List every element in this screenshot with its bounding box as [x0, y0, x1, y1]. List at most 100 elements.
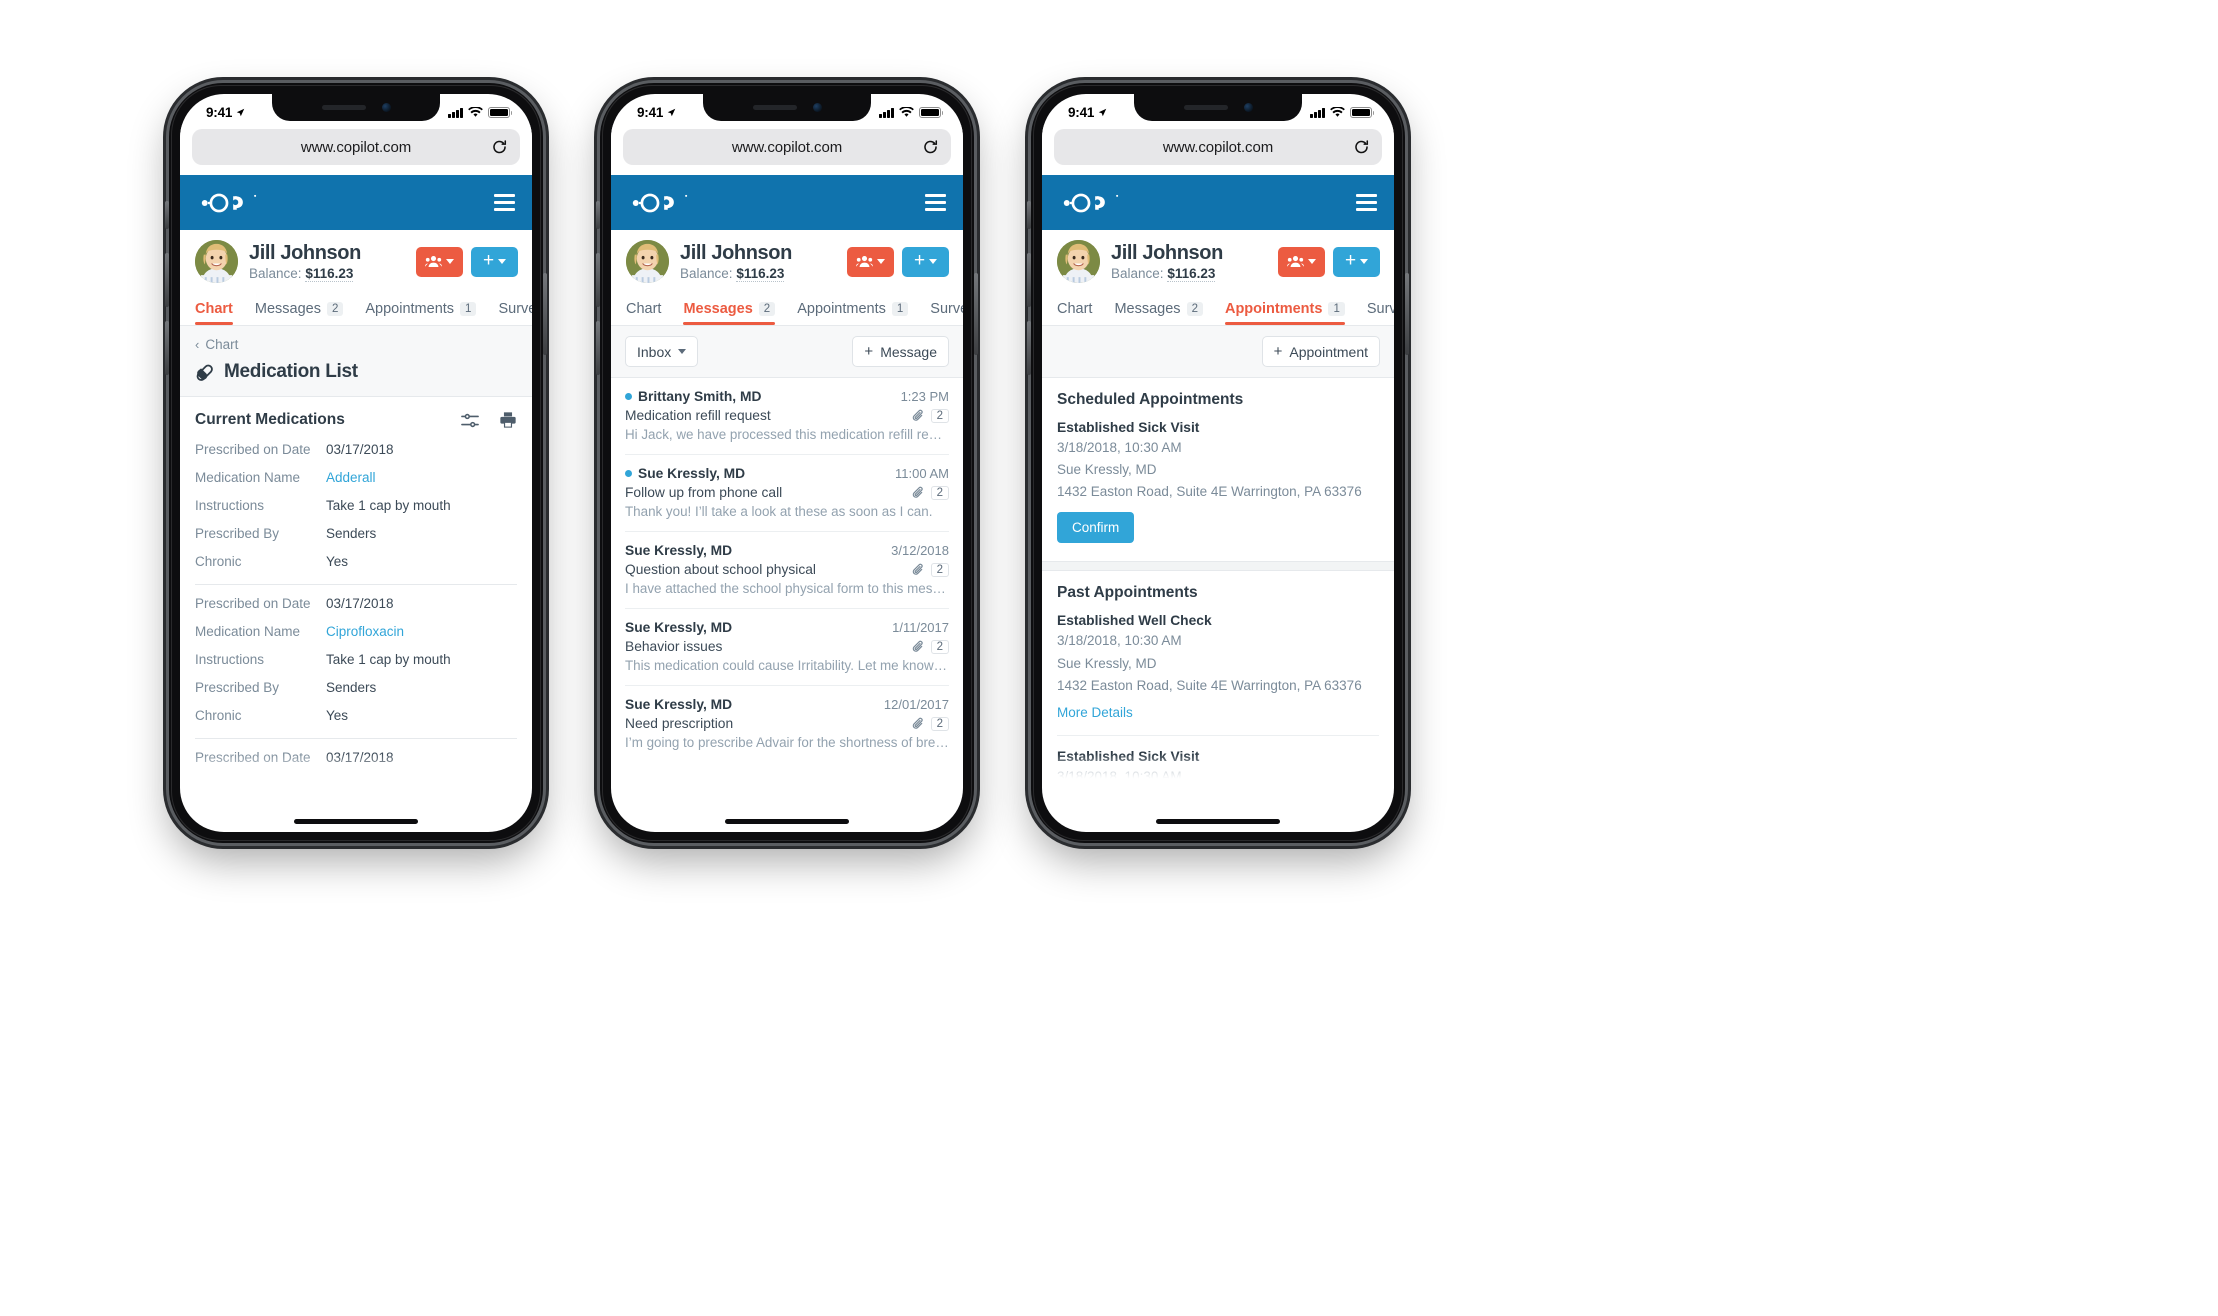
confirm-button[interactable]: Confirm	[1057, 512, 1135, 544]
message-subject: Need prescription	[625, 716, 734, 731]
power-button[interactable]	[1405, 273, 1409, 355]
op-logo[interactable]	[628, 189, 690, 217]
message-attachments: 2	[912, 485, 949, 500]
tab-appointments[interactable]: Appointments 1	[1224, 301, 1345, 325]
volume-down-button[interactable]	[165, 321, 169, 375]
volume-up-button[interactable]	[165, 253, 169, 307]
more-details-link[interactable]: More Details	[1057, 705, 1133, 720]
tab-appointments[interactable]: Appointments 1	[797, 301, 909, 325]
row-label: Chronic	[195, 707, 242, 723]
home-indicator[interactable]	[725, 819, 849, 824]
section-title: Current Medications	[195, 411, 345, 428]
medication-name-link[interactable]: Adderall	[326, 470, 376, 485]
row-label: Prescribed By	[195, 679, 280, 695]
message-time: 1:23 PM	[900, 389, 949, 404]
message-preview: Thank you! I’ll take a look at these as …	[625, 504, 933, 519]
address-bar[interactable]: www.copilot.com	[192, 129, 520, 165]
silent-switch[interactable]	[596, 201, 600, 229]
list-item[interactable]: Sue Kressly, MD 3/12/2018 Question about…	[625, 532, 949, 609]
silent-switch[interactable]	[165, 201, 169, 229]
tab-surveys[interactable]: Surveys	[1367, 301, 1394, 325]
home-indicator[interactable]	[294, 819, 418, 824]
volume-up-button[interactable]	[596, 253, 600, 307]
sliders-filter-icon[interactable]	[461, 412, 479, 429]
list-item[interactable]: Brittany Smith, MD 1:23 PM Medication re…	[625, 378, 949, 455]
volume-up-button[interactable]	[1027, 253, 1031, 307]
add-button[interactable]: +	[471, 246, 518, 277]
hamburger-menu-icon[interactable]	[1356, 194, 1377, 211]
message-attachments: 2	[912, 639, 949, 654]
printer-icon[interactable]	[499, 411, 517, 429]
home-indicator[interactable]	[1156, 819, 1280, 824]
message-row-mid: Question about school physical 2	[625, 562, 949, 577]
volume-down-button[interactable]	[596, 321, 600, 375]
family-group-icon	[425, 255, 442, 268]
avatar[interactable]	[1057, 240, 1100, 283]
list-item[interactable]: Established Well Check 3/18/2018, 10:30 …	[1057, 613, 1379, 721]
tab-surveys[interactable]: Surveys	[498, 301, 532, 325]
family-switch-button[interactable]	[1278, 246, 1325, 277]
op-logo[interactable]	[197, 189, 259, 217]
tab-messages[interactable]: Messages 2	[1114, 301, 1203, 325]
hamburger-menu-icon[interactable]	[494, 194, 515, 211]
avatar[interactable]	[626, 240, 669, 283]
appointments-toolbar: + Appointment	[1042, 326, 1394, 378]
medication-item[interactable]: Prescribed on Date 03/17/2018	[195, 743, 517, 771]
tab-messages[interactable]: Messages 2	[683, 301, 776, 325]
status-time: 9:41	[637, 105, 664, 120]
avatar[interactable]	[195, 240, 238, 283]
power-button[interactable]	[974, 273, 978, 355]
breadcrumb[interactable]: ‹ Chart	[195, 337, 517, 352]
family-switch-button[interactable]	[416, 246, 463, 277]
list-item[interactable]: Sue Kressly, MD 1/11/2017 Behavior issue…	[625, 609, 949, 686]
list-item[interactable]: Sue Kressly, MD 12/01/2017 Need prescrip…	[625, 686, 949, 762]
plus-icon: +	[913, 250, 926, 271]
hamburger-menu-icon[interactable]	[925, 194, 946, 211]
row-value: Senders	[326, 525, 377, 541]
medication-item[interactable]: Prescribed on Date 03/17/2018 Medication …	[195, 589, 517, 729]
reload-icon[interactable]	[491, 139, 508, 156]
family-group-icon	[856, 255, 873, 268]
family-switch-button[interactable]	[847, 246, 894, 277]
add-button[interactable]: +	[1333, 246, 1380, 277]
volume-down-button[interactable]	[1027, 321, 1031, 375]
tab-chart[interactable]: Chart	[626, 301, 661, 325]
folder-select[interactable]: Inbox	[625, 336, 699, 367]
message-row-top: Brittany Smith, MD 1:23 PM	[625, 389, 949, 404]
silent-switch[interactable]	[1027, 201, 1031, 229]
status-time: 9:41	[206, 105, 233, 120]
new-message-button[interactable]: + Message	[852, 336, 949, 367]
reload-icon[interactable]	[922, 139, 939, 156]
message-row-top: Sue Kressly, MD 3/12/2018	[625, 543, 949, 558]
unread-dot-icon	[625, 393, 632, 400]
tab-messages[interactable]: Messages 2	[255, 301, 344, 325]
new-appointment-button[interactable]: + Appointment	[1261, 336, 1380, 367]
tab-label: Chart	[195, 301, 233, 317]
list-item[interactable]: Sue Kressly, MD 11:00 AM Follow up from …	[625, 455, 949, 532]
address-bar[interactable]: www.copilot.com	[1054, 129, 1382, 165]
list-item[interactable]: Established Sick Visit 3/18/2018, 10:30 …	[1057, 420, 1379, 544]
message-attachments: 2	[912, 716, 949, 731]
reload-icon[interactable]	[1353, 139, 1370, 156]
patient-actions: +	[847, 246, 949, 277]
tab-label: Appointments	[1224, 301, 1323, 317]
medication-item[interactable]: Prescribed on Date 03/17/2018 Medication …	[195, 435, 517, 575]
tab-appointments[interactable]: Appointments 1	[365, 301, 477, 325]
section-title: Scheduled Appointments	[1057, 391, 1244, 408]
patient-actions: +	[1278, 246, 1380, 277]
tab-chart[interactable]: Chart	[195, 301, 233, 325]
medication-name-link[interactable]: Ciprofloxacin	[326, 624, 404, 639]
patient-balance: Balance: $116.23	[680, 266, 792, 282]
balance-label: Balance:	[680, 266, 733, 281]
new-appointment-label: Appointment	[1289, 343, 1368, 360]
list-item[interactable]: Established Sick Visit 3/18/2018, 10:30 …	[1057, 734, 1379, 788]
power-button[interactable]	[543, 273, 547, 355]
plus-icon: +	[1344, 250, 1357, 271]
add-button[interactable]: +	[902, 246, 949, 277]
appointment-datetime: 3/18/2018, 10:30 AM	[1057, 633, 1182, 649]
op-logo[interactable]	[1059, 189, 1121, 217]
tab-surveys[interactable]: Surveys	[930, 301, 963, 325]
tab-chart[interactable]: Chart	[1057, 301, 1092, 325]
appointment-address: 1432 Easton Road, Suite 4E Warrington, P…	[1057, 484, 1362, 500]
address-bar[interactable]: www.copilot.com	[623, 129, 951, 165]
